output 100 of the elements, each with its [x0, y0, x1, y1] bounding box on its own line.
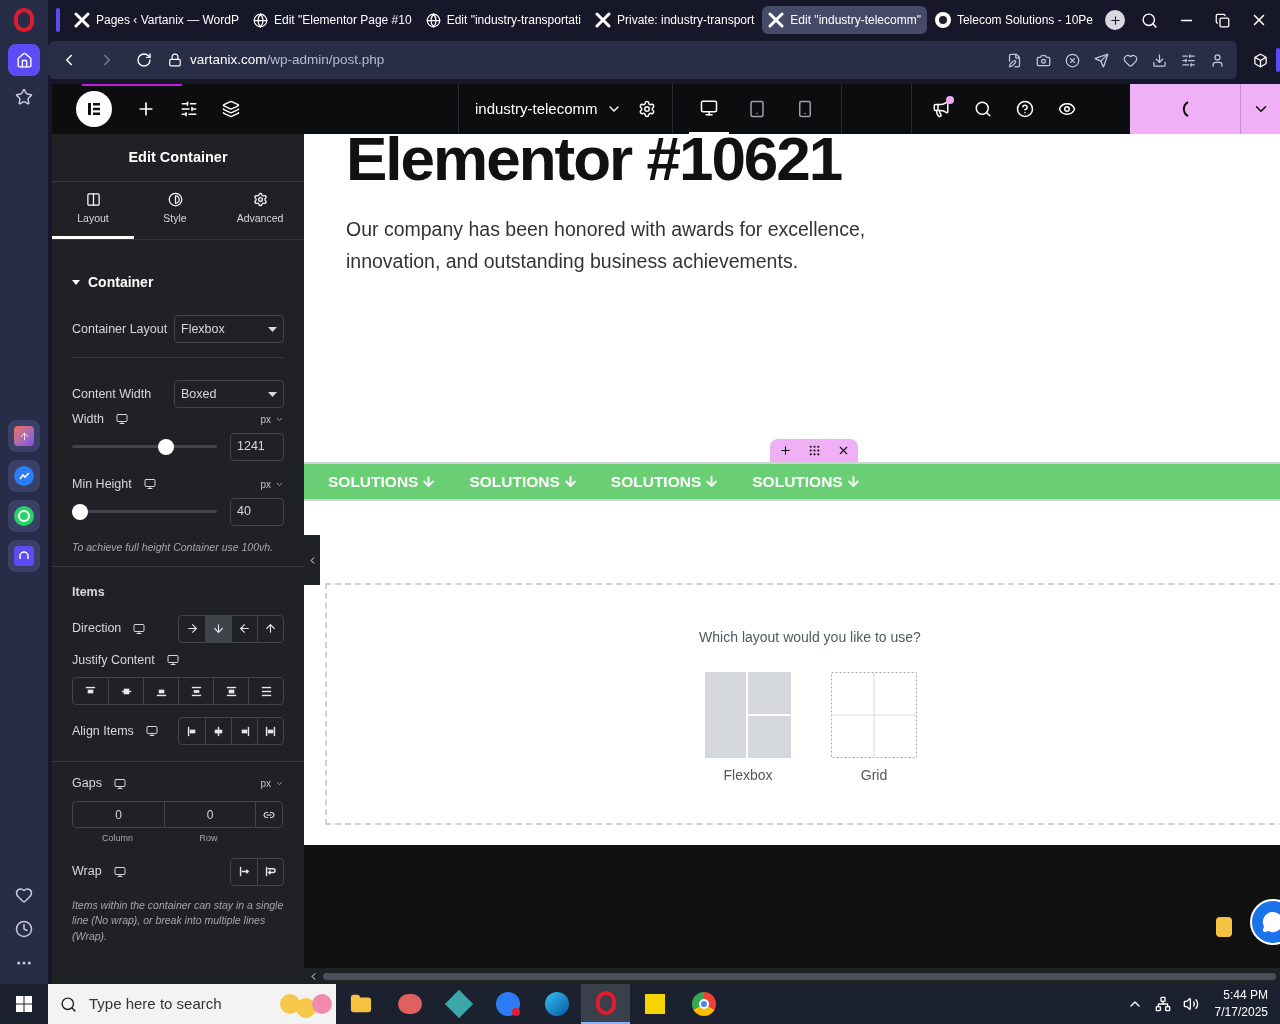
- panel-tab[interactable]: Advanced: [216, 182, 304, 239]
- settings-icon[interactable]: [180, 100, 198, 118]
- drag-handle-icon[interactable]: [807, 444, 821, 457]
- option-icon: [189, 684, 203, 698]
- help-note: Items within the container can stay in a single line (No wrap), or break into multiple lines (Wrap).: [72, 897, 284, 944]
- field-label: Direction: [72, 620, 122, 638]
- layers-icon[interactable]: [222, 100, 240, 118]
- panel-collapse-toggle[interactable]: [304, 535, 320, 585]
- app-icon[interactable]: [8, 420, 40, 452]
- unit-selector[interactable]: px: [260, 476, 284, 492]
- preview-icon[interactable]: [1057, 100, 1076, 118]
- send-icon[interactable]: [1094, 52, 1109, 68]
- elementor-logo-icon[interactable]: [76, 91, 112, 127]
- grid-layout-icon: [831, 672, 917, 758]
- new-tab-button[interactable]: [1105, 10, 1125, 30]
- slider-thumb[interactable]: [158, 438, 175, 455]
- windows-logo-icon: [16, 996, 32, 1012]
- sticky-notes-icon[interactable]: [644, 994, 665, 1014]
- select-field[interactable]: Boxed: [174, 380, 284, 408]
- option-icon: [237, 865, 251, 878]
- flexbox-layout-icon: [705, 672, 791, 758]
- desktop-icon[interactable]: [113, 865, 126, 878]
- search-icon[interactable]: [973, 100, 992, 118]
- app-icon[interactable]: [397, 994, 422, 1014]
- desktop-icon[interactable]: [145, 725, 158, 738]
- taskbar-clock[interactable]: 5:44 PM 7/17/2025: [1214, 987, 1268, 1021]
- search-icon[interactable]: [1141, 11, 1158, 29]
- globe-icon: [252, 12, 268, 28]
- help-icon[interactable]: [1015, 100, 1034, 118]
- messenger-icon[interactable]: [8, 460, 40, 492]
- cube-icon[interactable]: [1253, 52, 1268, 68]
- slider-track[interactable]: [72, 438, 217, 455]
- whatsapp-icon[interactable]: [8, 500, 40, 532]
- download-icon[interactable]: [1152, 52, 1167, 68]
- unit-selector[interactable]: px: [260, 411, 284, 427]
- reload-icon[interactable]: [136, 52, 152, 68]
- edge-browser-icon[interactable]: [544, 992, 569, 1016]
- address-field[interactable]: vartanix.com/wp-admin/post.php: [168, 49, 385, 71]
- heart-icon[interactable]: [1123, 52, 1138, 68]
- select-field[interactable]: Flexbox: [174, 315, 284, 343]
- folder-icon[interactable]: [349, 993, 372, 1015]
- blocker-icon[interactable]: [1065, 52, 1080, 68]
- home-icon[interactable]: [8, 44, 40, 76]
- number-field[interactable]: 1241: [230, 432, 284, 461]
- arrow-down-icon: [845, 474, 861, 489]
- gear-icon: [252, 191, 268, 207]
- page-paragraph: Our company has been honored with awards for excellence, innovation, and outstanding business achievements.: [346, 217, 867, 274]
- edit-icon[interactable]: [1007, 52, 1022, 68]
- star-icon[interactable]: [15, 88, 33, 106]
- option-icon: [259, 684, 273, 698]
- chrome-browser-icon[interactable]: [691, 992, 716, 1016]
- history-icon[interactable]: [15, 920, 33, 938]
- option-icon: [185, 622, 199, 635]
- browser-tab[interactable]: Edit "Elementor Page #10: [246, 6, 418, 34]
- panel-tab[interactable]: Style: [134, 182, 216, 239]
- taskbar-search-field[interactable]: Type here to search: [48, 984, 336, 1024]
- browser-tab[interactable]: Edit "industry-transportati: [419, 6, 587, 34]
- zoom-app-icon[interactable]: [495, 992, 520, 1016]
- horizontal-scrollbar[interactable]: [304, 968, 1280, 984]
- section-header[interactable]: Container: [52, 240, 304, 301]
- layout-option[interactable]: Grid: [831, 672, 917, 786]
- lock-icon: [168, 53, 182, 67]
- headphones-icon[interactable]: [8, 540, 40, 572]
- choice-button[interactable]: [205, 615, 231, 642]
- settings-icon[interactable]: [1181, 52, 1196, 68]
- x-logo-icon: [594, 12, 611, 28]
- slider-track[interactable]: [72, 503, 217, 520]
- scrollbar-thumb[interactable]: [323, 972, 1276, 980]
- field-label: Align Items: [72, 722, 134, 740]
- columns-icon: [85, 191, 101, 207]
- browser-tab[interactable]: Private: industry-transport: [588, 6, 761, 34]
- caret-icon: [268, 391, 277, 397]
- network-icon[interactable]: [1154, 996, 1171, 1012]
- tablet-icon: [747, 100, 766, 118]
- panel-tab[interactable]: Layout: [52, 182, 134, 239]
- field-label: Content Width: [72, 385, 152, 403]
- camera-icon[interactable]: [1036, 52, 1051, 68]
- desktop-icon[interactable]: [143, 478, 156, 491]
- desktop-icon[interactable]: [113, 777, 126, 790]
- option-icon: [238, 622, 251, 635]
- document-title[interactable]: industry-telecomm: [475, 97, 622, 121]
- settings-icon[interactable]: [637, 100, 656, 118]
- layout-option[interactable]: Flexbox: [705, 672, 791, 786]
- opera-logo-icon[interactable]: [14, 8, 34, 32]
- add-icon[interactable]: [778, 444, 792, 457]
- x-logo-icon: [768, 12, 785, 28]
- heart-icon[interactable]: [15, 886, 33, 904]
- browser-tab[interactable]: Telecom Solutions - 10Pe: [928, 6, 1099, 34]
- unit-selector[interactable]: px: [260, 776, 284, 792]
- field-caption: Column: [101, 832, 134, 845]
- desktop-icon[interactable]: [166, 653, 179, 666]
- slider-thumb[interactable]: [72, 503, 88, 520]
- number-field[interactable]: 40: [230, 497, 284, 526]
- browser-tab[interactable]: Pages ‹ Vartanix — WordP: [68, 6, 245, 34]
- profile-icon[interactable]: [1210, 52, 1225, 68]
- restore-icon[interactable]: [1215, 12, 1230, 28]
- volume-icon[interactable]: [1182, 996, 1199, 1012]
- browser-tab[interactable]: Edit "industry-telecomm": [762, 6, 927, 34]
- desktop-icon[interactable]: [133, 622, 146, 635]
- desktop-icon[interactable]: [115, 413, 128, 426]
